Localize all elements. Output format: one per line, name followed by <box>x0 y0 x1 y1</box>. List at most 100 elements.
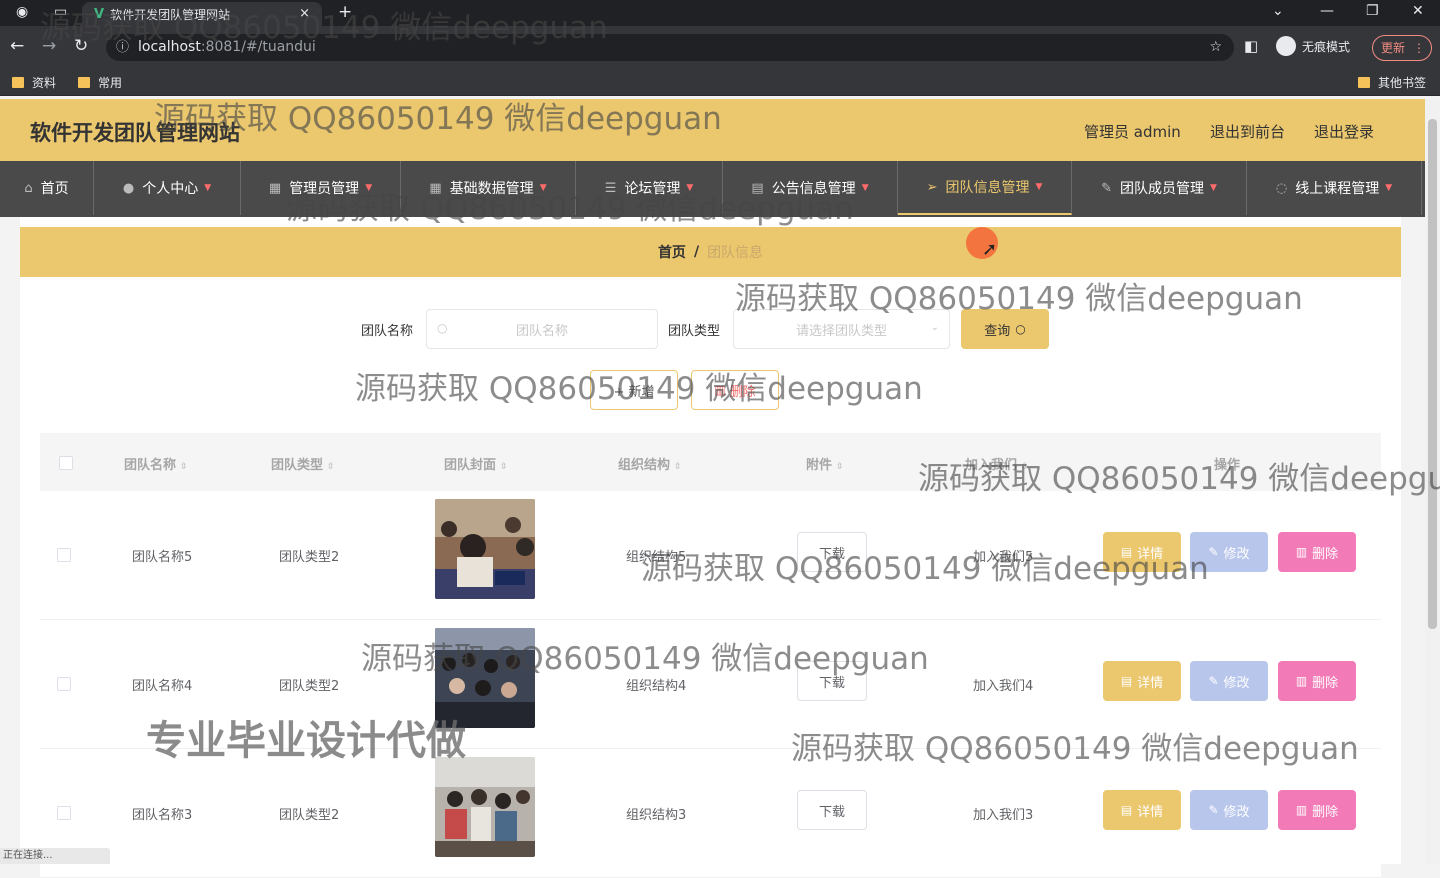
menu-item-profile[interactable]: ● 个人中心 ▼ <box>94 161 241 215</box>
delete-button[interactable]: ▥ 删除 <box>1278 661 1356 701</box>
browser-tab[interactable]: V 软件开发团队管理网站 × <box>82 2 322 26</box>
forward-icon[interactable]: → <box>42 36 56 56</box>
admin-label: 管理员 admin <box>1084 123 1181 141</box>
download-button[interactable]: 下载 <box>797 661 867 701</box>
scrollbar-thumb[interactable] <box>1428 119 1437 629</box>
join-us-cell: 加入我们3 <box>973 808 1034 823</box>
grid-icon: ▦ <box>429 180 442 196</box>
detail-button[interactable]: ▤ 详情 <box>1103 790 1181 830</box>
team-cover-image[interactable] <box>435 757 535 857</box>
menu-item-notice[interactable]: ▤ 公告信息管理 ▼ <box>723 161 898 215</box>
menu-item-home[interactable]: ⌂ 首页 <box>0 161 94 215</box>
restore-icon[interactable]: ❐ <box>1366 3 1379 19</box>
edit-button[interactable]: ✎ 修改 <box>1190 790 1268 830</box>
update-button[interactable]: 更新 ⋮ <box>1372 35 1432 61</box>
column-header[interactable]: 团队类型 ⇳ <box>271 454 335 473</box>
photo-thumbnail <box>435 499 535 599</box>
sort-icon[interactable]: ⇳ <box>500 462 508 472</box>
row-checkbox[interactable] <box>57 677 71 691</box>
browser-menu-icon[interactable]: ◉ <box>16 4 28 20</box>
menu-item-forum[interactable]: ☰ 论坛管理 ▼ <box>576 161 723 215</box>
delete-button[interactable]: ▥ 删除 <box>1278 532 1356 572</box>
sort-icon[interactable]: ⇳ <box>836 462 844 472</box>
table-row: 团队名称3 团队类型2 组织结构3 下载 加入我们3 ▤ 详情 ✎ 修改 ▥ 删除 <box>40 749 1381 878</box>
chevron-down-icon: ▼ <box>1209 183 1217 193</box>
select-all-checkbox[interactable] <box>59 456 73 470</box>
breadcrumb-current: 团队信息 <box>707 245 764 261</box>
sort-icon[interactable]: ⇳ <box>1021 462 1029 472</box>
folder-icon <box>1358 77 1370 88</box>
menu-item-admin[interactable]: ▦ 管理员管理 ▼ <box>241 161 401 215</box>
menu-item-team-info[interactable]: ➢ 团队信息管理 ▼ <box>898 161 1072 215</box>
column-header[interactable]: 团队名称 ⇳ <box>124 454 188 473</box>
bookmark-label: 常用 <box>98 76 123 90</box>
back-to-front-link[interactable]: 退出到前台 <box>1210 121 1285 142</box>
minimize-icon[interactable]: — <box>1320 3 1334 19</box>
column-header[interactable]: 组织结构 ⇳ <box>618 454 682 473</box>
incognito-icon <box>1276 36 1296 56</box>
row-checkbox[interactable] <box>57 806 71 820</box>
detail-button[interactable]: ▤ 详情 <box>1103 532 1181 572</box>
sort-icon[interactable]: ⇳ <box>674 462 682 472</box>
menu-item-team-member[interactable]: ✎ 团队成员管理 ▼ <box>1072 161 1247 215</box>
detail-label: 详情 <box>1137 804 1164 820</box>
menu-item-label: 基础数据管理 <box>449 181 534 197</box>
bookmark-folder[interactable]: 常用 <box>78 74 122 91</box>
home-icon: ⌂ <box>24 180 33 196</box>
join-us-cell: 加入我们4 <box>973 679 1034 694</box>
query-button[interactable]: 查询 ○ <box>961 309 1049 349</box>
sort-icon[interactable]: ⇳ <box>180 462 188 472</box>
breadcrumb-home[interactable]: 首页 <box>658 242 686 262</box>
menu-item-label: 论坛管理 <box>624 181 681 197</box>
menu-item-base-data[interactable]: ▦ 基础数据管理 ▼ <box>401 161 576 215</box>
delete-button[interactable]: ▥ 删除 <box>1278 790 1356 830</box>
column-header-label: 组织结构 <box>618 458 671 473</box>
loading-icon: ◌ <box>1275 180 1288 196</box>
bookmark-folder[interactable]: 资料 <box>12 74 56 91</box>
edit-button[interactable]: ✎ 修改 <box>1190 532 1268 572</box>
query-label: 查询 <box>984 323 1011 339</box>
window-close-icon[interactable]: ✕ <box>1412 3 1424 19</box>
team-cover-image[interactable] <box>435 628 535 728</box>
batch-delete-button[interactable]: ▥ 删除 <box>691 370 779 410</box>
tab-search-icon[interactable]: ▭ <box>54 4 67 20</box>
doc-icon: ▤ <box>1120 803 1133 817</box>
team-cover-image[interactable] <box>435 499 535 599</box>
back-icon[interactable]: ← <box>10 36 24 56</box>
page-scrollbar[interactable] <box>1425 99 1440 864</box>
team-type-select[interactable]: 请选择团队类型 ⌄ <box>733 309 950 349</box>
column-header[interactable]: 加入我们 ⇳ <box>965 454 1029 473</box>
detail-button[interactable]: ▤ 详情 <box>1103 661 1181 701</box>
column-header[interactable]: 附件 ⇳ <box>806 454 844 473</box>
bookmark-label: 其他书签 <box>1378 76 1427 90</box>
address-bar[interactable]: ⓘ localhost:8081/#/tuandui ☆ <box>106 34 1234 61</box>
row-checkbox[interactable] <box>57 548 71 562</box>
incognito-label: 无痕模式 <box>1302 39 1351 54</box>
sort-icon[interactable]: ⇳ <box>327 462 335 472</box>
team-name-input[interactable]: ○ 团队名称 <box>426 309 658 349</box>
doc-icon: ▤ <box>1120 545 1133 559</box>
edit-button[interactable]: ✎ 修改 <box>1190 661 1268 701</box>
tab-list-icon[interactable]: ⌄ <box>1272 3 1284 19</box>
photo-thumbnail <box>435 628 535 728</box>
download-button[interactable]: 下载 <box>797 532 867 572</box>
column-header-label: 附件 <box>806 458 833 473</box>
download-button[interactable]: 下载 <box>797 790 867 830</box>
tab-close-icon[interactable]: × <box>299 6 310 21</box>
update-label: 更新 <box>1381 41 1406 55</box>
side-panel-icon[interactable]: ◧ <box>1244 37 1258 55</box>
incognito-indicator[interactable]: 无痕模式 <box>1276 36 1350 56</box>
logout-link[interactable]: 退出登录 <box>1314 121 1374 142</box>
column-header[interactable]: 团队封面 ⇳ <box>444 454 508 473</box>
add-button[interactable]: + 新增 <box>590 370 678 410</box>
bookmark-folder[interactable]: 其他书签 <box>1358 74 1426 91</box>
menu-item-course[interactable]: ◌ 线上课程管理 ▼ <box>1247 161 1422 215</box>
browser-status-text: 正在连接... <box>0 848 110 864</box>
trash-icon: ▥ <box>1295 674 1308 688</box>
reload-icon[interactable]: ↻ <box>74 36 88 56</box>
new-tab-icon[interactable]: + <box>338 2 352 22</box>
bookmark-star-icon[interactable]: ☆ <box>1209 34 1222 61</box>
site-info-icon[interactable]: ⓘ <box>116 34 129 61</box>
column-header-actions: 操作 <box>1214 458 1241 473</box>
chevron-down-icon: ⌄ <box>930 322 939 333</box>
